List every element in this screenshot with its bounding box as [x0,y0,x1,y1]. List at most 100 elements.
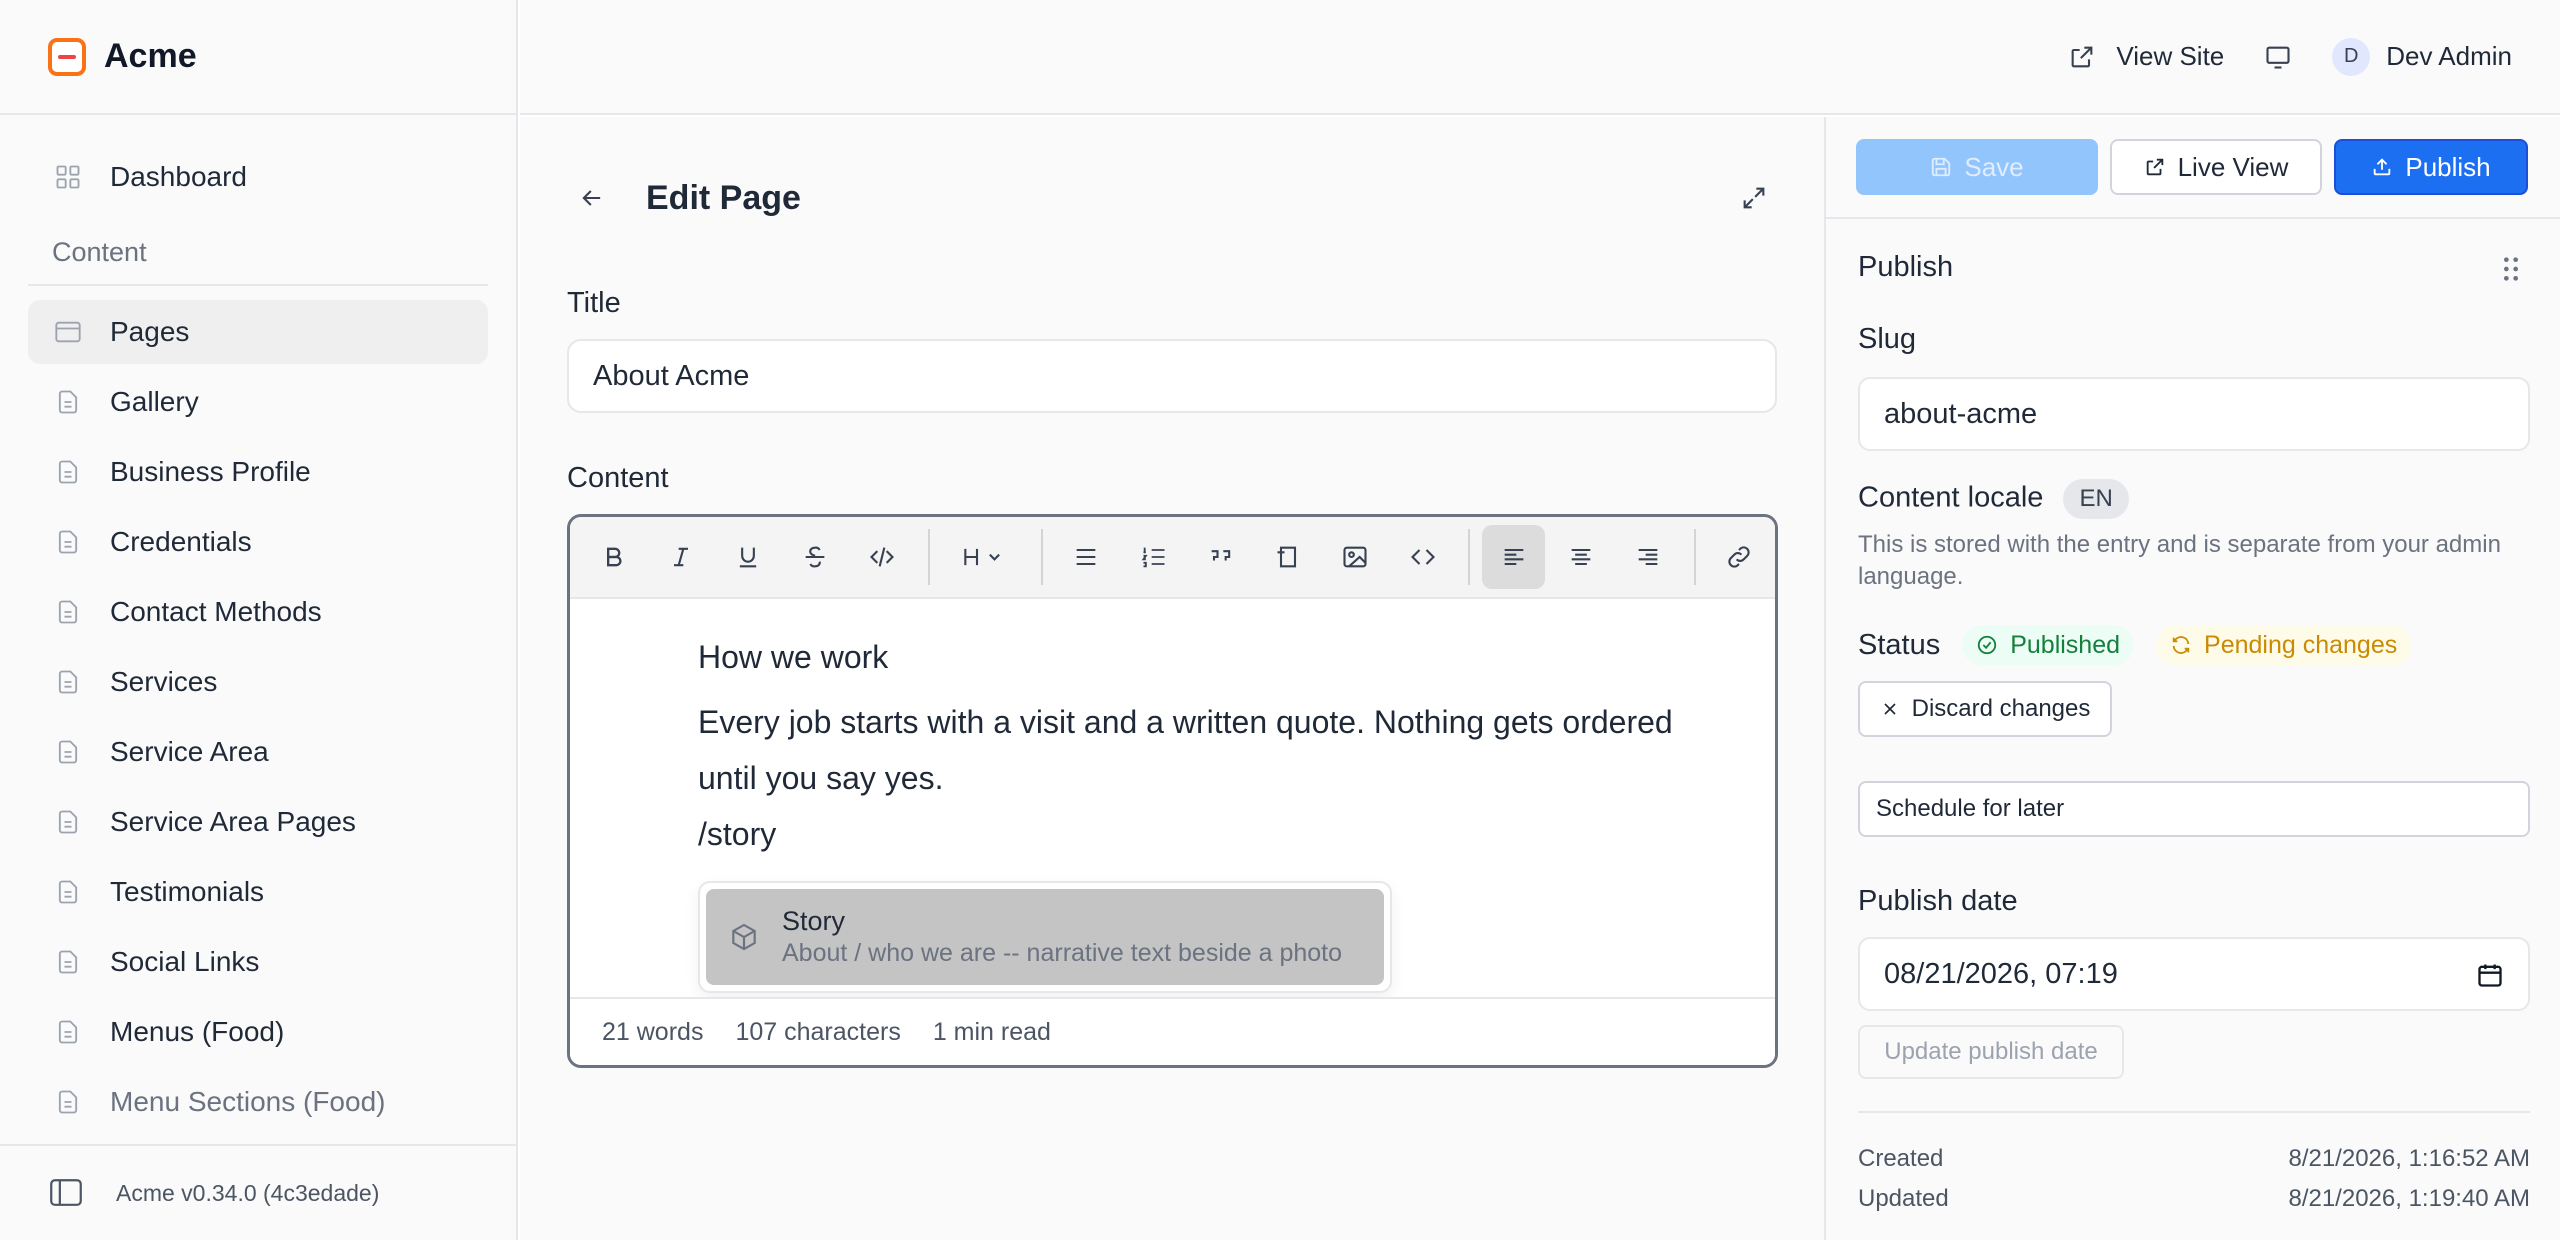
toolbar-divider [1468,529,1471,585]
heading-dropdown[interactable] [942,525,1027,589]
italic-button[interactable] [649,525,712,589]
panel-section-title: Publish [1858,251,1954,283]
heading-icon [964,548,1001,566]
sidebar-item-label: Pages [110,316,190,347]
calendar-icon[interactable] [2476,961,2504,989]
sidebar-toggle-icon[interactable] [50,1179,82,1207]
updated-row: Updated 8/21/2026, 1:19:40 AM [1858,1185,2530,1213]
bold-button[interactable] [582,525,645,589]
slash-command-menu: Story About / who we are -- narrative te… [698,881,1392,993]
underline-icon [739,547,757,568]
italic-icon [673,547,688,567]
toolbar-divider [1040,529,1043,585]
sidebar-item-business-profile[interactable]: Business Profile [28,440,488,504]
word-count: 21 words [602,1017,704,1046]
sidebar-item-credentials[interactable]: Credentials [28,510,488,574]
embed-button[interactable] [1391,525,1454,589]
document-icon [54,878,82,906]
drag-handle-icon[interactable] [2500,255,2522,283]
live-view-button[interactable]: Live View [2110,139,2322,195]
expand-icon [1743,187,1765,209]
close-icon [1884,703,1896,715]
sidebar-item-label: Testimonials [110,876,265,907]
content-locale-row: Content locale EN [1858,479,2129,519]
sidebar-item-service-area-pages[interactable]: Service Area Pages [28,790,488,854]
link-button[interactable] [1708,525,1771,589]
sidebar-item-services[interactable]: Services [28,650,488,714]
check-circle-icon [1978,635,1997,655]
sidebar-item-dashboard[interactable]: Dashboard [28,145,488,209]
align-left-button[interactable] [1482,525,1546,589]
slash-item-description: About / who we are -- narrative text bes… [782,939,1343,967]
sidebar: Acme Dashboard Content Pages Gallery Bus… [0,0,518,1240]
external-link-icon [2146,158,2163,176]
topbar: View Site D Dev Admin [520,0,2560,115]
sidebar-item-social-links[interactable]: Social Links [28,930,488,994]
pending-label: Pending changes [2204,630,2398,659]
created-row: Created 8/21/2026, 1:16:52 AM [1858,1145,2530,1173]
document-icon [54,738,82,766]
discard-label: Discard changes [1911,695,2091,722]
sidebar-footer: Acme v0.34.0 (4c3edade) [0,1144,516,1240]
user-menu[interactable]: D Dev Admin [2332,37,2512,76]
publish-button[interactable]: Publish [2334,139,2528,195]
app-version: Acme v0.34.0 (4c3edade) [116,1179,380,1206]
document-icon [54,598,82,626]
publish-date-input[interactable]: 08/21/2026, 07:19 [1858,937,2530,1011]
view-site-link[interactable]: View Site [2068,41,2224,72]
slash-command-text: /story [698,816,777,852]
brand-name: Acme [104,37,197,75]
strikethrough-icon [805,546,825,568]
status-badge-pending: Pending changes [2156,625,2412,665]
code-brackets-icon [1410,549,1435,565]
quote-icon [1211,550,1231,561]
app-root: Acme Dashboard Content Pages Gallery Bus… [0,0,2560,1240]
expand-button[interactable] [1730,174,1778,222]
bullet-list-icon [1077,548,1096,566]
align-right-icon [1638,548,1658,566]
ordered-list-icon [1141,547,1165,568]
update-publish-date-button[interactable]: Update publish date [1858,1025,2124,1079]
image-button[interactable] [1324,525,1387,589]
bullet-list-button[interactable] [1055,525,1118,589]
back-button[interactable] [568,174,616,222]
slug-input[interactable]: about-acme [1858,377,2530,451]
slug-label: Slug [1858,323,1917,355]
code-button[interactable] [851,525,914,589]
sidebar-item-label: Gallery [110,386,199,417]
sidebar-item-label: Credentials [110,526,252,557]
sidebar-item-menus-food[interactable]: Menus (Food) [28,1000,488,1064]
publish-date-label: Publish date [1858,885,2018,917]
device-preview-button[interactable] [2264,43,2292,71]
quote-button[interactable] [1189,525,1252,589]
underline-button[interactable] [716,525,779,589]
slash-menu-item-story[interactable]: Story About / who we are -- narrative te… [706,889,1384,985]
sidebar-item-menu-sections-food[interactable]: Menu Sections (Food) [28,1070,488,1134]
block-icon [1277,546,1297,568]
character-count: 107 characters [735,1017,901,1046]
publish-label: Publish [2405,151,2491,182]
sidebar-item-contact-methods[interactable]: Contact Methods [28,580,488,644]
align-right-button[interactable] [1616,525,1679,589]
editor-content[interactable]: How we work Every job starts with a visi… [570,599,1775,1001]
schedule-for-later-button[interactable]: Schedule for later [1858,781,2530,837]
sidebar-item-testimonials[interactable]: Testimonials [28,860,488,924]
sidebar-item-pages[interactable]: Pages [28,300,488,364]
rich-text-editor: How we work Every job starts with a visi… [567,514,1778,1068]
strikethrough-button[interactable] [784,525,847,589]
discard-changes-button[interactable]: Discard changes [1858,681,2112,737]
sidebar-item-label: Dashboard [110,161,247,192]
sidebar-item-service-area[interactable]: Service Area [28,720,488,784]
layout-icon [54,318,82,346]
sidebar-item-label: Menu Sections (Food) [110,1086,386,1117]
sidebar-item-gallery[interactable]: Gallery [28,370,488,434]
block-button[interactable] [1257,525,1320,589]
sidebar-nav: Dashboard Content Pages Gallery Business… [0,115,516,1134]
align-center-button[interactable] [1549,525,1612,589]
document-icon [54,1088,82,1116]
save-button[interactable]: Save [1856,139,2098,195]
ordered-list-button[interactable] [1122,525,1185,589]
brand[interactable]: Acme [0,0,516,115]
title-input[interactable]: About Acme [567,339,1777,413]
sidebar-item-label: Services [110,666,218,697]
